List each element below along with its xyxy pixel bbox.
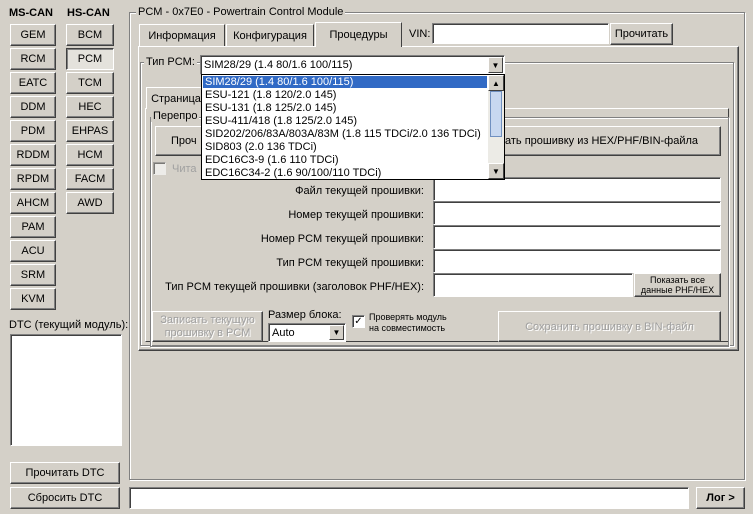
module-button-rpdm[interactable]: RPDM xyxy=(10,168,56,190)
show-all-phf-hex-button[interactable]: Показать все данные PHF/HEX xyxy=(634,273,721,297)
pcm-type-option[interactable]: SIM28/29 (1.4 80/1.6 100/115) xyxy=(203,76,487,88)
module-button-kvm[interactable]: KVM xyxy=(10,288,56,310)
module-button-tcm[interactable]: TCM xyxy=(66,72,114,94)
check-compat-label: Проверять модуль на совместимость xyxy=(369,312,447,334)
module-button-acu[interactable]: ACU xyxy=(10,240,56,262)
module-button-pdm[interactable]: PDM xyxy=(10,120,56,142)
block-size-dropdown-arrow[interactable]: ▼ xyxy=(329,325,344,340)
reprogram-group-title: Перепро xyxy=(151,110,200,122)
read-dtc-button[interactable]: Прочитать DTC xyxy=(10,462,120,484)
module-button-ehpas[interactable]: EHPAS xyxy=(66,120,114,142)
pcm-type-header-label: Тип PCM текущей прошивки (заголовок PHF/… xyxy=(165,281,424,293)
current-firmware-number-field[interactable] xyxy=(433,201,721,225)
dropdown-scrollbar[interactable]: ▲ ▼ xyxy=(488,75,504,179)
pcm-type-selected: SIM28/29 (1.4 80/1.6 100/115) xyxy=(204,59,353,71)
module-button-rcm[interactable]: RCM xyxy=(10,48,56,70)
module-button-gem[interactable]: GEM xyxy=(10,24,56,46)
module-button-bcm[interactable]: BCM xyxy=(66,24,114,46)
pcm-type-option[interactable]: ESU-131 (1.8 125/2.0 145) xyxy=(203,102,487,114)
current-firmware-file-label: Файл текущей прошивки: xyxy=(295,185,424,197)
check-compat-line1: Проверять модуль xyxy=(369,312,447,322)
scroll-thumb[interactable] xyxy=(490,91,502,137)
vin-label: VIN: xyxy=(409,28,431,40)
log-button[interactable]: Лог > xyxy=(696,487,745,509)
pcm-type-option[interactable]: EDC16C34-2 (1.6 90/100/110 TDCi) xyxy=(203,167,487,179)
module-button-pam[interactable]: PAM xyxy=(10,216,56,238)
block-size-label: Размер блока: xyxy=(268,309,342,321)
scroll-down-icon[interactable]: ▼ xyxy=(488,163,504,179)
read-checkbox[interactable] xyxy=(153,162,166,175)
write-firmware-line2: прошивку в PCM xyxy=(164,326,251,339)
pcm-type-option[interactable]: EDC16C3-9 (1.6 110 TDCi) xyxy=(203,154,487,166)
module-button-srm[interactable]: SRM xyxy=(10,264,56,286)
vin-input[interactable] xyxy=(432,23,609,44)
show-all-line2: данные PHF/HEX xyxy=(640,285,715,295)
pcm-type-firmware-label: Тип PCM текущей прошивки: xyxy=(276,257,424,269)
module-button-eatc[interactable]: EATC xyxy=(10,72,56,94)
read-vin-button[interactable]: Прочитать xyxy=(610,23,673,45)
module-group-title: PCM - 0x7E0 - Powertrain Control Module xyxy=(136,6,346,18)
pcm-type-option[interactable]: ESU-121 (1.8 120/2.0 145) xyxy=(203,89,487,101)
pcm-number-field[interactable] xyxy=(433,225,721,249)
tab-info[interactable]: Информация xyxy=(139,24,225,46)
current-firmware-number-label: Номер текущей прошивки: xyxy=(288,209,424,221)
module-button-pcm[interactable]: PCM xyxy=(66,48,114,70)
dtc-list[interactable] xyxy=(10,334,122,446)
pcm-type-dropdown-list[interactable]: SIM28/29 (1.4 80/1.6 100/115) ESU-121 (1… xyxy=(201,74,505,180)
write-hex-button[interactable]: ать прошивку из HEX/PHF/BIN-файла xyxy=(500,126,721,156)
module-button-hec[interactable]: HEC xyxy=(66,96,114,118)
block-size-value: Auto xyxy=(272,327,295,339)
module-button-facm[interactable]: FACM xyxy=(66,168,114,190)
tab-procedures[interactable]: Процедуры xyxy=(315,22,402,47)
read-checkbox-label: Чита xyxy=(172,163,197,175)
pcm-number-label: Номер PCM текущей прошивки: xyxy=(260,233,424,245)
module-button-rddm[interactable]: RDDM xyxy=(10,144,56,166)
pcm-type-option[interactable]: SID803 (2.0 136 TDCi) xyxy=(203,141,487,153)
pcm-type-option[interactable]: SID202/206/83A/803A/83M (1.8 115 TDCi/2.… xyxy=(203,128,487,140)
pcm-type-dropdown-arrow[interactable]: ▼ xyxy=(488,57,503,73)
current-firmware-file-field[interactable] xyxy=(433,177,721,201)
check-compat-line2: на совместимость xyxy=(369,323,446,333)
ms-can-header: MS-CAN xyxy=(9,7,53,19)
scroll-up-icon[interactable]: ▲ xyxy=(488,75,504,91)
tab-page[interactable]: Страница xyxy=(146,87,206,109)
module-button-hcm[interactable]: HCM xyxy=(66,144,114,166)
module-button-awd[interactable]: AWD xyxy=(66,192,114,214)
tab-config[interactable]: Конфигурация xyxy=(226,24,314,46)
check-compat-checkbox[interactable]: ✓ xyxy=(352,315,365,328)
status-field[interactable] xyxy=(129,487,689,509)
save-bin-button[interactable]: Сохранить прошивку в BIN-файл xyxy=(498,311,721,342)
pcm-type-option[interactable]: ESU-411/418 (1.8 125/2.0 145) xyxy=(203,115,487,127)
module-button-ahcm[interactable]: AHCM xyxy=(10,192,56,214)
block-size-combo[interactable]: Auto ▼ xyxy=(268,323,346,342)
pcm-type-combo[interactable]: SIM28/29 (1.4 80/1.6 100/115) ▼ xyxy=(200,55,505,75)
pcm-type-header-field[interactable] xyxy=(433,273,633,297)
show-all-line1: Показать все xyxy=(650,275,705,285)
pcm-type-label: Тип PCM: xyxy=(144,56,197,68)
write-firmware-button[interactable]: Записать текущую прошивку в PCM xyxy=(152,311,263,342)
pcm-type-firmware-field[interactable] xyxy=(433,249,721,273)
module-button-ddm[interactable]: DDM xyxy=(10,96,56,118)
hs-can-header: HS-CAN xyxy=(67,7,110,19)
write-firmware-line1: Записать текущую xyxy=(160,313,255,326)
clear-dtc-button[interactable]: Сбросить DTC xyxy=(10,487,120,509)
dtc-label: DTC (текущий модуль): xyxy=(9,319,129,331)
